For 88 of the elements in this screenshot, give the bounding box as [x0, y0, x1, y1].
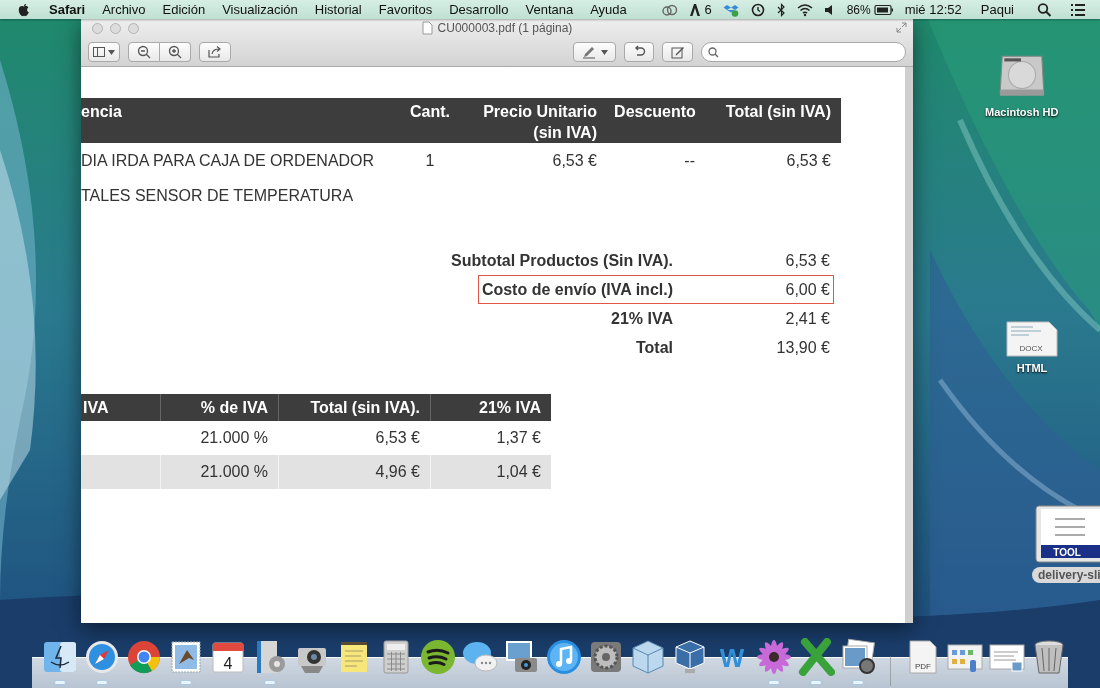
logo-icon[interactable]: [689, 2, 702, 17]
zoom-in-button[interactable]: [160, 42, 191, 62]
table-cell-text: 1,37 €: [495, 428, 542, 448]
menu-item[interactable]: Desarrollo: [449, 2, 509, 17]
total-value: 6,00 €: [784, 279, 831, 300]
sidebar-icon: [93, 47, 105, 57]
running-indicator: [55, 681, 65, 684]
search-icon[interactable]: [1037, 2, 1053, 17]
total-label: Total: [635, 337, 674, 358]
running-indicator: [97, 681, 107, 684]
table-cell-text: 1: [424, 150, 436, 171]
music-note-icon[interactable]: [545, 638, 583, 676]
list-icon[interactable]: [1070, 2, 1086, 17]
menu-item[interactable]: Ventana: [525, 2, 574, 17]
running-indicator: [811, 681, 821, 684]
running-indicator: [769, 681, 779, 684]
table-cell-text: TALES SENSOR DE TEMPERATURA: [81, 185, 355, 206]
app-menu[interactable]: Safari: [49, 2, 86, 17]
file-name[interactable]: Macintosh HD: [985, 106, 1059, 118]
compass-icon[interactable]: [83, 638, 121, 676]
column-header: IVA: [81, 394, 160, 421]
column-header: Precio Unitario (sin IVA): [460, 98, 603, 143]
total-label: 21% IVA: [611, 308, 674, 329]
caret-icon: [108, 49, 115, 55]
clock[interactable]: mié 12:52: [904, 2, 962, 17]
file-name[interactable]: delivery-sli: [1032, 567, 1100, 583]
notification-count: 6: [704, 2, 712, 17]
table-cell-text: DIA IRDA PARA CAJA DE ORDENADOR: [81, 150, 376, 171]
user-name[interactable]: Paqui: [980, 2, 1014, 17]
cross-icon[interactable]: [797, 638, 835, 676]
sidebar-button[interactable]: [88, 42, 120, 62]
running-indicator: [265, 681, 275, 684]
total-value: 13,90 €: [775, 337, 831, 358]
fullscreen-icon[interactable]: [896, 22, 907, 33]
battery-icon[interactable]: [873, 2, 894, 17]
edit-button[interactable]: [662, 42, 693, 62]
pen-icon: [581, 45, 596, 59]
menu-item[interactable]: Edición: [162, 2, 206, 17]
photos-icon[interactable]: [839, 638, 877, 676]
column-header: Total (sin IVA): [707, 98, 841, 143]
running-indicator: [181, 681, 191, 684]
share-icon: [208, 45, 222, 59]
caret-icon: [600, 49, 608, 55]
file-name[interactable]: HTML: [1016, 362, 1048, 374]
total-label: Subtotal Productos (Sin IVA).: [451, 250, 674, 271]
markup-button[interactable]: [573, 42, 616, 62]
window-title: CU000003.pdf (1 página): [437, 21, 573, 35]
table-cell-text: 6,53 €: [374, 428, 421, 448]
table-cell-text: 6,53 €: [551, 150, 598, 171]
document-file-icon[interactable]: DOCX: [1005, 318, 1059, 358]
column-header: Descuento: [603, 98, 707, 143]
bluetooth-icon[interactable]: [776, 2, 786, 17]
total-value: 6,53 €: [784, 250, 831, 271]
zoom-in-icon: [168, 45, 182, 59]
table-cell-text: --: [683, 150, 696, 171]
flower-icon[interactable]: [755, 638, 793, 676]
menu-item[interactable]: Visualización: [222, 2, 298, 17]
box-badge-icon[interactable]: [722, 2, 739, 17]
browser-logo-icon[interactable]: [125, 638, 163, 676]
total-value: 2,41 €: [784, 308, 831, 329]
column-header: Cant.: [400, 98, 460, 143]
share-button[interactable]: [199, 42, 231, 62]
zoom-out-button[interactable]: [128, 42, 160, 62]
menu-item[interactable]: Ayuda: [590, 2, 627, 17]
table-cell-text: 6,53 €: [785, 150, 832, 171]
column-header: Total (sin IVA).: [278, 394, 430, 421]
sound-waves-icon[interactable]: [419, 638, 457, 676]
battery-percentage: 86%: [846, 2, 871, 17]
menu-item[interactable]: Favoritos: [378, 2, 433, 17]
column-header: 21% IVA: [430, 394, 551, 421]
document-icon: [421, 21, 433, 35]
running-indicator: [853, 681, 863, 684]
total-label: Costo de envío (IVA incl.): [481, 279, 674, 300]
table-cell-text: 21.000 %: [199, 428, 269, 448]
column-header: % de IVA: [160, 394, 278, 421]
apple-logo-icon[interactable]: [16, 2, 32, 17]
wifi-icon[interactable]: [796, 2, 813, 17]
search-field[interactable]: [701, 42, 906, 62]
cloud-icon[interactable]: [662, 2, 679, 17]
rotate-button[interactable]: [624, 42, 654, 62]
search-icon: [708, 46, 719, 58]
zoom-out-icon: [137, 45, 151, 59]
cube-icon[interactable]: [629, 638, 667, 676]
tool-file-icon[interactable]: TOOL: [1035, 505, 1100, 563]
menu-item[interactable]: Archivo: [102, 2, 146, 17]
menu-item[interactable]: Historial: [314, 2, 362, 17]
column-header: encia: [81, 98, 400, 143]
pencil-box-icon: [670, 45, 685, 59]
